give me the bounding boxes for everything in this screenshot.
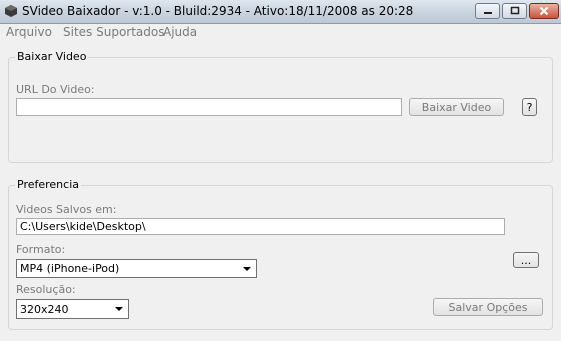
saved-folder-input[interactable]	[16, 218, 505, 235]
url-label: URL Do Video:	[16, 83, 95, 96]
menu-sites-suportados[interactable]: Sites Suportados	[63, 25, 165, 39]
format-select-value: MP4 (iPhone-iPod)	[20, 262, 120, 275]
chevron-down-icon	[115, 307, 123, 311]
saved-folder-label: Videos Salvos em:	[16, 203, 117, 216]
resolution-label: Resolução:	[16, 283, 76, 296]
menu-ajuda[interactable]: Ajuda	[163, 25, 197, 39]
title-bar[interactable]: SVideo Baixador - v:1.0 - Bluild:2934 - …	[0, 0, 561, 24]
menu-bar: Arquivo Sites Suportados Ajuda	[0, 24, 561, 42]
window-title: SVideo Baixador - v:1.0 - Bluild:2934 - …	[22, 4, 414, 18]
maximize-icon	[510, 6, 519, 15]
app-icon	[5, 5, 17, 17]
baixar-video-group-title: Baixar Video	[15, 50, 89, 63]
help-button[interactable]: ?	[522, 98, 537, 116]
menu-arquivo[interactable]: Arquivo	[6, 25, 52, 39]
baixar-video-button[interactable]: Baixar Video	[409, 98, 504, 116]
preferencia-group-title: Preferencia	[15, 178, 81, 191]
resolution-select[interactable]: 320x240	[16, 299, 129, 319]
salvar-opcoes-button[interactable]: Salvar Opções	[433, 298, 543, 316]
close-button[interactable]	[529, 3, 559, 19]
resolution-select-value: 320x240	[20, 302, 69, 316]
browse-button[interactable]: ...	[513, 252, 539, 268]
url-input[interactable]	[16, 98, 402, 116]
format-select[interactable]: MP4 (iPhone-iPod)	[16, 259, 257, 278]
chevron-down-icon	[243, 266, 251, 271]
maximize-button[interactable]	[502, 3, 527, 19]
minimize-button[interactable]	[475, 3, 500, 19]
minimize-icon	[483, 12, 492, 14]
format-label: Formato:	[16, 243, 66, 256]
close-icon	[539, 6, 549, 16]
